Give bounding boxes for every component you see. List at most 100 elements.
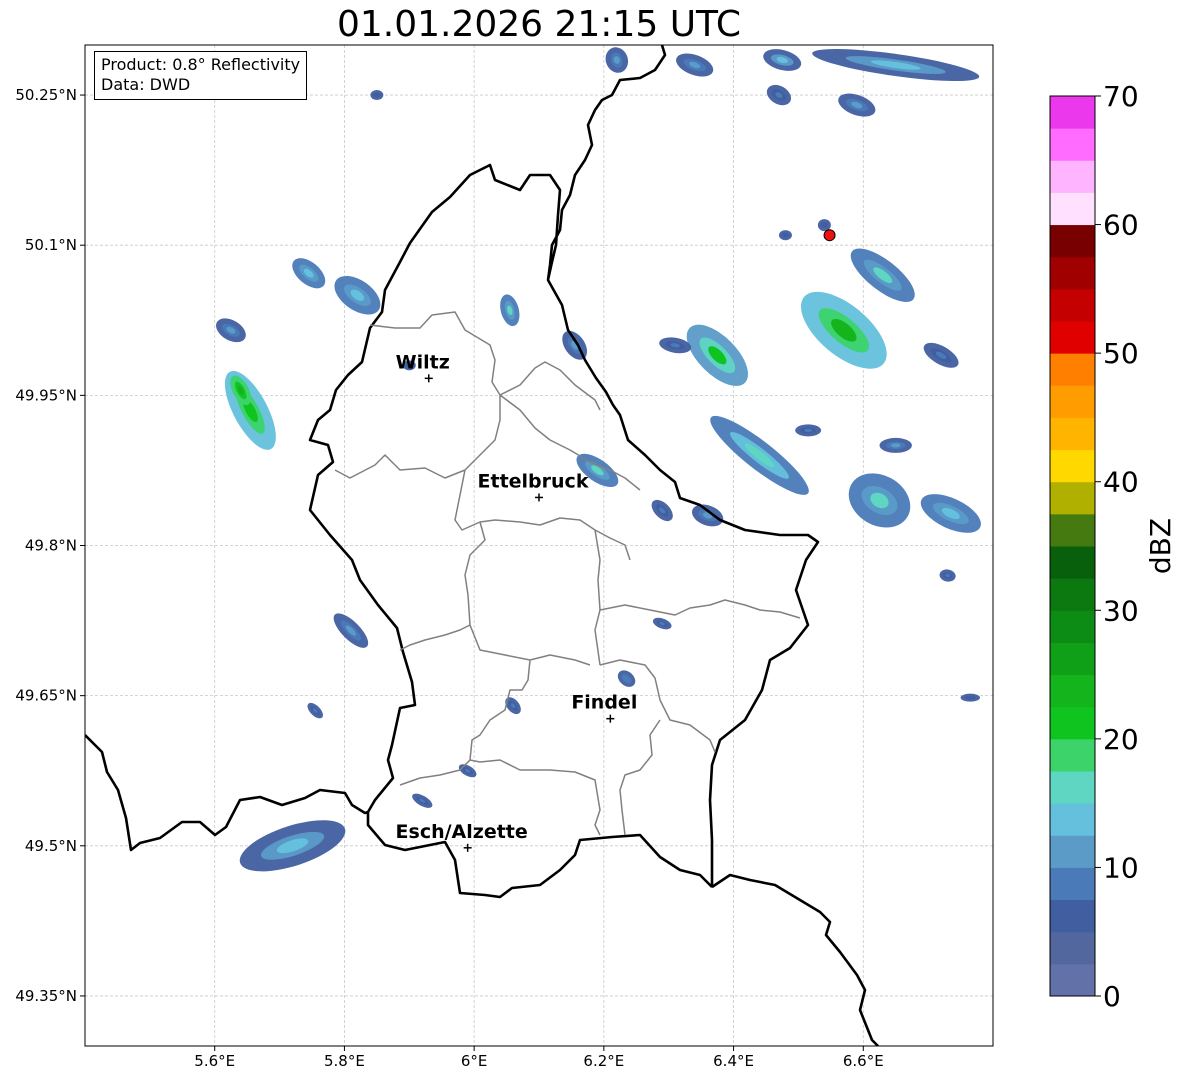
product-label: Product: 0.8° Reflectivity: [101, 55, 301, 74]
colorbar-tick-label: 60: [1103, 209, 1139, 242]
echo-core: [374, 93, 379, 97]
radar-map: 5.6°E 5.8°E 6°E 6.2°E 6.4°E 6.6°E 49.35°N 49.5°…: [15, 44, 1177, 1070]
echo-cell: [686, 324, 748, 386]
echo-cell: [923, 342, 959, 368]
echo-cell: [651, 499, 673, 522]
lat-tick-label: 50.1°N: [25, 236, 77, 254]
echo-cell: [605, 47, 629, 73]
axis-ticks: 5.6°E 5.8°E 6°E 6.2°E 6.4°E 6.6°E 49.35°N 49.5°…: [15, 86, 883, 1070]
colorbar-swatch: [1050, 385, 1095, 418]
echo-cell: [370, 90, 384, 101]
echo-cell: [334, 275, 381, 315]
city-label: Findel: [571, 692, 637, 714]
grid-lines: [85, 45, 993, 1046]
colorbar-swatch: [1050, 288, 1095, 322]
echo-cell: [652, 617, 672, 630]
lat-tick-label: 49.65°N: [15, 687, 77, 705]
colorbar-swatch: [1050, 610, 1095, 643]
echo-cell: [848, 473, 911, 528]
colorbar-label: dBZ: [1144, 518, 1177, 574]
lat-tick-label: 49.5°N: [25, 837, 77, 855]
echo-cell: [879, 437, 912, 453]
colorbar-swatch: [1050, 642, 1095, 676]
colorbar-swatch: [1050, 546, 1095, 579]
lat-tick-label: 50.25°N: [15, 86, 77, 104]
echo-cell: [224, 370, 276, 450]
colorbar-tick-label: 30: [1103, 594, 1139, 627]
lon-tick-label: 6°E: [461, 1052, 488, 1070]
colorbar-tick-label: 50: [1103, 337, 1139, 370]
data-source-label: Data: DWD: [101, 75, 191, 94]
echo-cell: [292, 258, 326, 289]
radar-site-marker: [823, 229, 836, 242]
echo-cell: [617, 670, 636, 687]
colorbar-swatch: [1050, 192, 1095, 226]
echo-cell: [692, 504, 724, 527]
echo-cell: [850, 248, 915, 302]
colorbar-swatch: [1050, 449, 1095, 483]
radar-echoes: [216, 47, 981, 872]
echo-cell: [710, 415, 809, 495]
lon-tick-label: 5.6°E: [194, 1052, 235, 1070]
lon-tick-label: 5.8°E: [324, 1052, 365, 1070]
echo-cell: [763, 49, 802, 71]
lon-tick-label: 6.6°E: [843, 1052, 884, 1070]
lat-tick-label: 49.95°N: [15, 386, 77, 404]
canton-borders: [334, 311, 801, 836]
colorbar-swatch: [1050, 321, 1095, 354]
colorbar: 0 10 20 30 40 50 60 70 dBZ: [1049, 80, 1177, 1013]
colorbar-swatch: [1050, 835, 1095, 868]
lat-tick-label: 49.8°N: [25, 537, 77, 555]
radar-site: [823, 229, 836, 242]
echo-cell: [307, 702, 323, 719]
echo-cell: [812, 49, 980, 82]
product-info-box: Product: 0.8° Reflectivity Data: DWD: [94, 51, 308, 100]
lat-tick-label: 49.35°N: [15, 987, 77, 1005]
echo-cell: [676, 53, 714, 77]
colorbar-swatch: [1050, 867, 1095, 901]
colorbar-swatch: [1050, 256, 1095, 290]
echo-core: [804, 428, 813, 433]
colorbar-swatch: [1050, 931, 1095, 965]
colorbar-swatch: [1050, 417, 1095, 451]
echo-cell: [778, 230, 792, 241]
colorbar-swatch: [1050, 128, 1095, 161]
lon-tick-label: 6.2°E: [583, 1052, 624, 1070]
echo-cell: [939, 569, 956, 582]
colorbar-swatch: [1050, 160, 1095, 193]
colorbar-tick-label: 10: [1103, 851, 1139, 884]
echo-cell: [838, 93, 876, 117]
colorbar-swatch: [1050, 578, 1095, 611]
colorbar-swatch: [1050, 738, 1095, 772]
echo-cell: [412, 793, 433, 808]
city-label: Wiltz: [396, 351, 450, 373]
city-label: Ettelbruck: [478, 470, 589, 492]
echo-cell: [216, 318, 246, 343]
colorbar-tick-label: 0: [1103, 980, 1121, 1013]
echo-core: [783, 233, 788, 237]
lon-tick-label: 6.4°E: [713, 1052, 754, 1070]
colorbar-swatch: [1050, 771, 1095, 804]
echo-core: [890, 443, 901, 448]
echo-cell: [333, 613, 369, 648]
echo-cell: [960, 693, 981, 702]
echo-cell: [766, 84, 792, 106]
colorbar-swatch: [1050, 674, 1095, 708]
colorbar-swatch: [1050, 803, 1095, 836]
colorbar-swatch: [1050, 224, 1095, 258]
echo-cell: [795, 424, 822, 437]
echo-cell: [239, 820, 346, 872]
echo-core: [822, 223, 827, 227]
colorbar-tick-label: 40: [1103, 466, 1139, 499]
colorbar-swatch: [1050, 353, 1095, 386]
city-label: Esch/Alzette: [396, 821, 528, 843]
echo-cell: [920, 494, 981, 533]
colorbar-tick-label: 70: [1103, 80, 1139, 113]
colorbar-swatch: [1050, 706, 1095, 740]
echo-cell: [500, 294, 520, 327]
colorbar-swatch: [1050, 96, 1095, 129]
colorbar-swatch: [1050, 963, 1095, 997]
echo-core: [967, 696, 974, 699]
colorbar-tick-label: 20: [1103, 723, 1139, 756]
colorbar-swatch: [1050, 513, 1095, 547]
